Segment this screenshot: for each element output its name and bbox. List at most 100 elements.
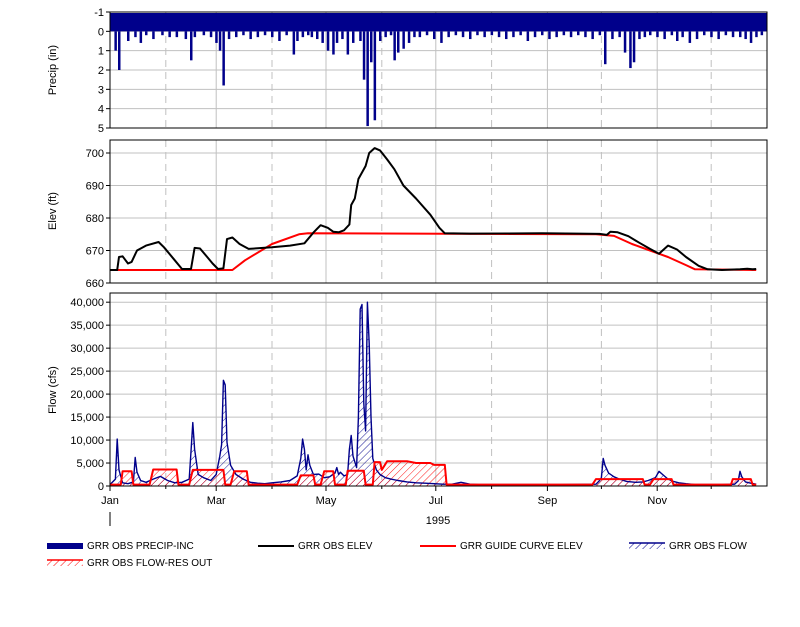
precip-bar-78 bbox=[598, 31, 602, 36]
precip-bar-102 bbox=[749, 31, 753, 43]
precip-bar-61 bbox=[476, 31, 479, 36]
precip-bar-50 bbox=[402, 31, 405, 49]
precip-bar-63 bbox=[490, 31, 494, 36]
precip-bar-83 bbox=[629, 31, 632, 69]
xtick-label-4: Sep bbox=[538, 495, 558, 507]
precip-bar-68 bbox=[526, 31, 530, 41]
flow-y-ticks: 0 5,000 10,000 15,000 20,000 25,000 30,000 35,0… bbox=[70, 297, 110, 493]
precip-bar-76 bbox=[584, 31, 587, 38]
precip-bar-87 bbox=[649, 31, 652, 36]
flow-ytick-label-8: 40,000 bbox=[70, 297, 104, 309]
precip-bar-96 bbox=[710, 31, 713, 38]
precip-bar-1 bbox=[118, 31, 121, 70]
precip-bar-64 bbox=[497, 31, 501, 38]
elev-y-ticks: 660 670 680 690 700 bbox=[86, 148, 110, 290]
flow-frame bbox=[109, 292, 768, 487]
legend-item-resout: GRR OBS FLOW-RES OUT bbox=[47, 555, 212, 571]
precip-bar-60 bbox=[469, 31, 472, 40]
precip-bar-97 bbox=[717, 31, 720, 40]
legend-item-flow: GRR OBS FLOW bbox=[629, 538, 747, 554]
legend-item-elev: GRR OBS ELEV bbox=[258, 538, 372, 554]
flow-ytick-label-1: 5,000 bbox=[76, 458, 104, 470]
precip-bar-93 bbox=[688, 31, 692, 43]
precip-bar-49 bbox=[397, 31, 400, 53]
precip-bar-58 bbox=[454, 31, 458, 36]
precip-bar-21 bbox=[249, 31, 252, 40]
legend-label-flow: GRR OBS FLOW bbox=[669, 540, 747, 552]
precip-bar-81 bbox=[618, 31, 621, 38]
precip-bar-0 bbox=[114, 31, 117, 51]
precip-bar-82 bbox=[623, 31, 627, 53]
xtick-label-5: Nov bbox=[647, 495, 667, 507]
precip-ylabel: Precip (in) bbox=[47, 45, 59, 95]
legend-swatch-flow bbox=[629, 542, 665, 549]
precip-bar-31 bbox=[310, 31, 314, 38]
precip-ytick-label-1: 0 bbox=[98, 26, 104, 38]
precip-bar-103 bbox=[755, 31, 758, 38]
precip-bar-37 bbox=[341, 31, 344, 40]
precip-bar-19 bbox=[235, 31, 238, 38]
precip-bar-13 bbox=[202, 31, 206, 36]
elev-ylabel: Elev (ft) bbox=[47, 192, 59, 230]
x-axis-year-label: 1995 bbox=[426, 515, 450, 527]
elev-ytick-label-0: 660 bbox=[86, 278, 104, 290]
elev-obs-line bbox=[110, 147, 757, 271]
precip-bar-101 bbox=[744, 31, 747, 40]
precip-bar-69 bbox=[533, 31, 537, 38]
precip-bar-65 bbox=[505, 31, 508, 40]
precip-bar-36 bbox=[335, 31, 339, 43]
precip-bar-2 bbox=[127, 31, 130, 41]
precip-bar-24 bbox=[271, 31, 274, 38]
precip-bar-88 bbox=[656, 31, 659, 38]
precip-ytick-label-6: 5 bbox=[98, 123, 104, 135]
precip-bar-14 bbox=[209, 31, 213, 38]
precip-bar-56 bbox=[440, 31, 443, 43]
precip-bar-91 bbox=[676, 31, 679, 41]
precip-bar-71 bbox=[548, 31, 551, 40]
precip-bar-44 bbox=[373, 31, 377, 121]
precip-bar-72 bbox=[555, 31, 558, 38]
precip-bar-40 bbox=[359, 31, 362, 41]
precip-bar-90 bbox=[670, 31, 674, 36]
precip-bar-11 bbox=[190, 31, 193, 61]
flow-ytick-label-3: 15,000 bbox=[70, 412, 104, 424]
elev-frame bbox=[109, 139, 768, 284]
precip-bar-38 bbox=[346, 31, 350, 55]
precip-bar-47 bbox=[389, 31, 393, 36]
flow-gridlines bbox=[109, 293, 767, 487]
precip-bar-30 bbox=[307, 31, 310, 36]
precip-bar-33 bbox=[321, 31, 324, 43]
precip-y-ticks: -1 0 1 2 3 4 5 bbox=[94, 7, 110, 135]
precip-bar-35 bbox=[332, 31, 335, 55]
precip-bar-85 bbox=[638, 31, 641, 40]
precip-bar-70 bbox=[541, 31, 544, 36]
precip-bar-54 bbox=[425, 31, 429, 36]
precip-bar-17 bbox=[222, 31, 225, 86]
precip-bar-89 bbox=[663, 31, 666, 40]
precip-bar-95 bbox=[703, 31, 706, 36]
precip-bar-27 bbox=[292, 31, 296, 55]
precip-bar-12 bbox=[193, 31, 197, 38]
flow-ytick-label-6: 30,000 bbox=[70, 343, 104, 355]
elev-ytick-label-3: 690 bbox=[86, 181, 104, 193]
xtick-label-2: May bbox=[316, 495, 337, 507]
precip-bar-8 bbox=[168, 31, 171, 38]
precip-ytick-label-0: -1 bbox=[94, 7, 104, 19]
precip-bar-75 bbox=[577, 31, 580, 36]
precip-bar-73 bbox=[562, 31, 566, 36]
elev-series bbox=[110, 147, 757, 271]
xtick-label-0: Jan bbox=[101, 495, 119, 507]
precip-ytick-label-3: 2 bbox=[98, 65, 104, 77]
precip-bar-18 bbox=[227, 31, 231, 40]
precip-bar-25 bbox=[278, 31, 281, 41]
precip-bar-22 bbox=[256, 31, 260, 38]
elev-ytick-label-2: 680 bbox=[86, 213, 104, 225]
precip-bar-3 bbox=[134, 31, 137, 38]
precip-bar-104 bbox=[760, 31, 764, 36]
legend-item-guide: GRR GUIDE CURVE ELEV bbox=[420, 538, 583, 554]
precip-bar-45 bbox=[379, 31, 382, 41]
precip-bar-39 bbox=[352, 31, 355, 43]
precip-bar-42 bbox=[366, 31, 369, 127]
precip-ytick-label-4: 3 bbox=[98, 84, 104, 96]
legend-swatch-elev bbox=[258, 545, 294, 547]
